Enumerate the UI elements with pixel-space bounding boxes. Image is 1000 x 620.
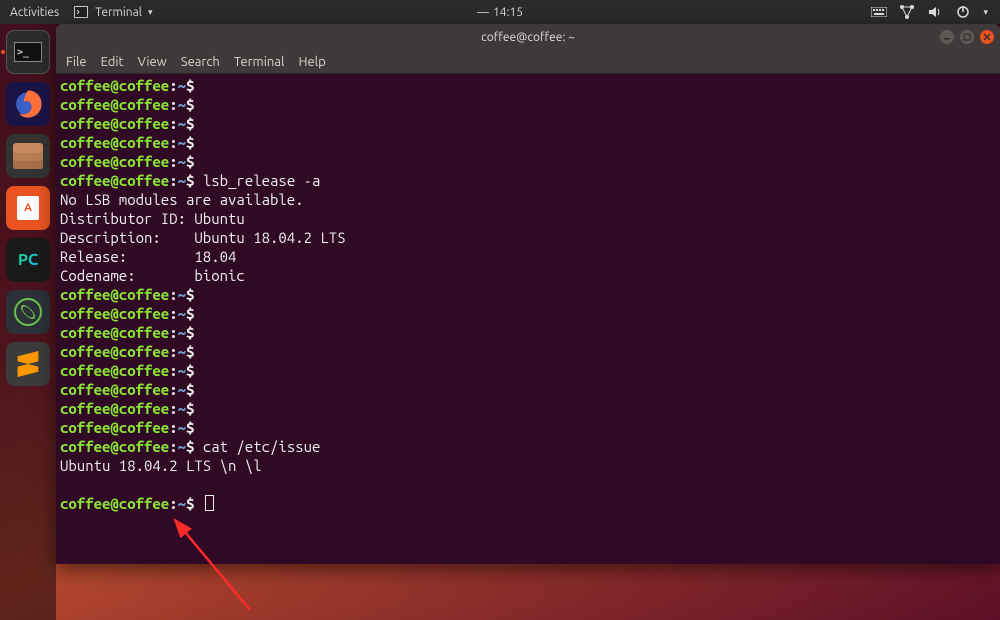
pycharm-label: PC (18, 251, 38, 269)
window-title: coffee@coffee: ~ (481, 31, 575, 44)
clock-time: 14:15 (493, 6, 523, 19)
app-menu-label: Terminal (95, 6, 142, 19)
dock-sublime[interactable] (6, 342, 50, 386)
terminal-icon (73, 4, 89, 20)
menu-help[interactable]: Help (298, 55, 325, 69)
gnome-topbar: Activities Terminal ▾ — 14:15 ▾ (0, 0, 1000, 24)
terminal-cursor (205, 495, 214, 511)
window-close-button[interactable] (980, 30, 994, 44)
menu-terminal[interactable]: Terminal (234, 55, 285, 69)
window-maximize-button[interactable] (960, 30, 974, 44)
clock[interactable]: — 14:15 (477, 6, 523, 19)
network-icon[interactable] (899, 4, 915, 20)
clock-dash: — (477, 6, 489, 19)
window-minimize-button[interactable] (940, 30, 954, 44)
menu-edit[interactable]: Edit (101, 55, 124, 69)
dock-pycharm[interactable]: PC (6, 238, 50, 282)
terminal-menubar: File Edit View Search Terminal Help (56, 50, 1000, 74)
dock-files[interactable] (6, 134, 50, 178)
app-menu[interactable]: Terminal ▾ (73, 4, 152, 20)
volume-icon[interactable] (927, 4, 943, 20)
menu-file[interactable]: File (66, 55, 87, 69)
launcher-dock: >_ PC (0, 24, 56, 620)
menu-search[interactable]: Search (181, 55, 220, 69)
dock-terminal[interactable]: >_ (6, 30, 50, 74)
window-titlebar[interactable]: coffee@coffee: ~ (56, 24, 1000, 50)
activities-button[interactable]: Activities (10, 6, 59, 19)
dock-ubuntu-software[interactable] (6, 186, 50, 230)
dock-atom[interactable] (6, 290, 50, 334)
power-icon[interactable] (955, 4, 971, 20)
terminal-viewport[interactable]: coffee@coffee:~$ coffee@coffee:~$ coffee… (56, 74, 1000, 564)
terminal-window: coffee@coffee: ~ File Edit View Search T… (56, 24, 1000, 564)
chevron-down-icon[interactable]: ▾ (983, 7, 988, 18)
menu-view[interactable]: View (138, 55, 167, 69)
dock-firefox[interactable] (6, 82, 50, 126)
keyboard-indicator-icon[interactable] (871, 4, 887, 20)
chevron-down-icon: ▾ (148, 7, 153, 18)
